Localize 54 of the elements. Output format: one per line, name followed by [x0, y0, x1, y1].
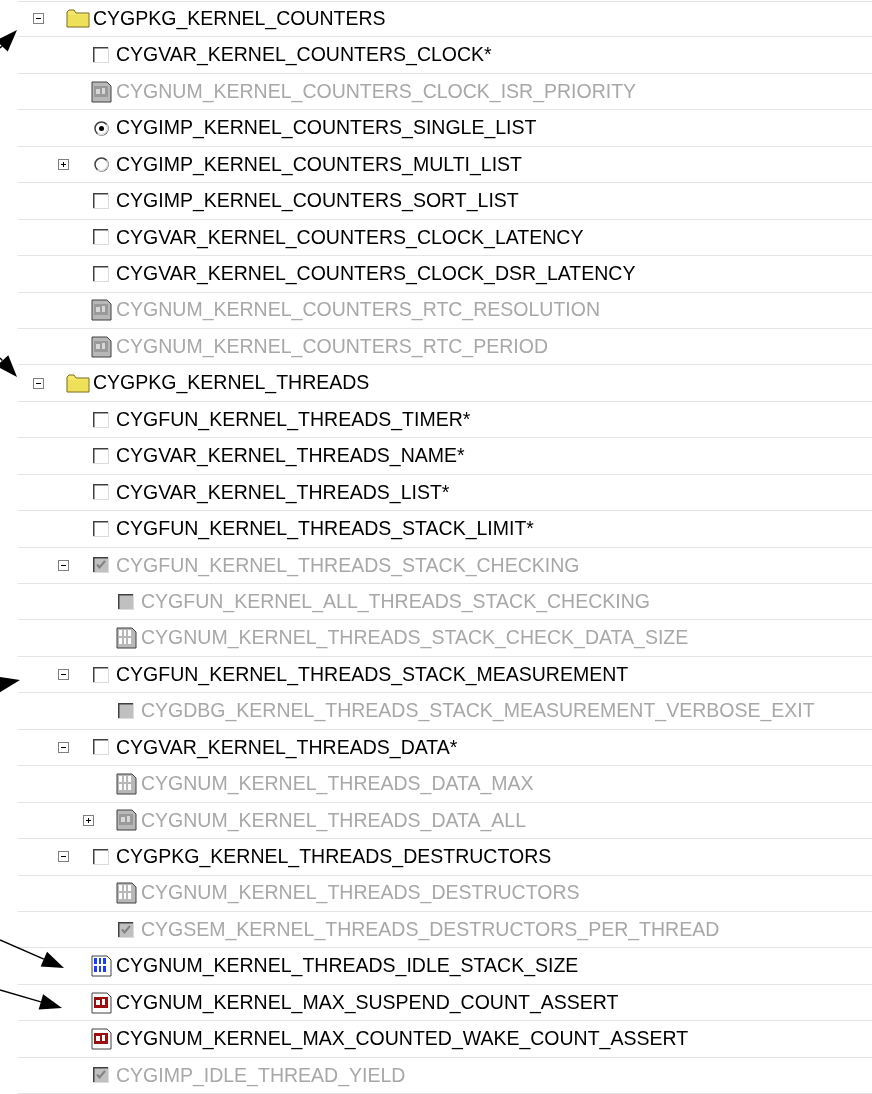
annotation-arrow: [0, 676, 20, 693]
collapse-toggle[interactable]: [57, 851, 69, 863]
checkbox[interactable]: [93, 265, 109, 282]
tree-item-label[interactable]: CYGVAR_KERNEL_COUNTERS_CLOCK_LATENCY: [116, 227, 584, 248]
tree-item-label[interactable]: CYGFUN_KERNEL_THREADS_STACK_MEASUREMENT: [116, 664, 629, 685]
expand-toggle[interactable]: [57, 158, 69, 170]
tree-item-label[interactable]: CYGFUN_KERNEL_THREADS_TIMER*: [116, 409, 471, 430]
collapse-toggle[interactable]: [57, 741, 69, 753]
tree-item-label[interactable]: CYGPKG_KERNEL_THREADS: [93, 373, 370, 393]
text-document-icon: [90, 80, 112, 103]
tree-item-label[interactable]: CYGIMP_KERNEL_COUNTERS_SINGLE_LIST: [116, 118, 537, 138]
folder-icon: [66, 373, 90, 393]
tree-item-label[interactable]: CYGNUM_KERNEL_MAX_COUNTED_WAKE_COUNT_ASSERT: [116, 1029, 689, 1049]
tree-item-label[interactable]: CYGFUN_KERNEL_THREADS_STACK_LIMIT*: [116, 519, 534, 539]
checkbox[interactable]: [93, 848, 109, 865]
checkbox[interactable]: [93, 192, 109, 209]
radio-button[interactable]: [93, 120, 109, 136]
binary-document-icon: [115, 882, 137, 905]
tree-item-label[interactable]: CYGNUM_KERNEL_MAX_SUSPEND_COUNT_ASSERT: [116, 992, 619, 1013]
collapse-toggle[interactable]: [32, 13, 44, 25]
tree-item-label[interactable]: CYGVAR_KERNEL_COUNTERS_CLOCK*: [116, 45, 492, 65]
annotation-arrow: [0, 989, 62, 1010]
folder-icon: [66, 9, 90, 29]
text-document-icon: [90, 1027, 112, 1050]
annotation-arrow: [0, 939, 64, 968]
binary-document-icon: [90, 955, 112, 978]
tree-item-label[interactable]: CYGVAR_KERNEL_COUNTERS_CLOCK_DSR_LATENCY: [116, 264, 636, 284]
checkbox[interactable]: [93, 47, 109, 64]
checkbox[interactable]: [93, 229, 109, 246]
tree-item-label[interactable]: CYGNUM_KERNEL_THREADS_IDLE_STACK_SIZE: [116, 956, 579, 976]
tree-item-label[interactable]: CYGPKG_KERNEL_THREADS_DESTRUCTORS: [116, 847, 552, 867]
checkbox[interactable]: [93, 484, 109, 501]
annotation-arrow: [0, 355, 17, 377]
tree-item-label[interactable]: CYGVAR_KERNEL_THREADS_DATA*: [116, 737, 458, 758]
collapse-toggle[interactable]: [32, 377, 44, 389]
checkbox[interactable]: [93, 447, 109, 464]
binary-document-icon: [115, 627, 137, 650]
text-document-icon: [90, 299, 112, 322]
checkbox[interactable]: [93, 666, 109, 683]
tree-item-label[interactable]: CYGIMP_KERNEL_COUNTERS_MULTI_LIST: [116, 154, 522, 175]
tree-item-label[interactable]: CYGVAR_KERNEL_THREADS_LIST*: [116, 482, 450, 503]
checkbox[interactable]: [93, 739, 109, 756]
collapse-toggle[interactable]: [57, 669, 69, 681]
text-document-icon: [115, 809, 137, 832]
tree-item-label[interactable]: CYGIMP_KERNEL_COUNTERS_SORT_LIST: [116, 191, 519, 211]
radio-button[interactable]: [93, 156, 109, 172]
checkbox[interactable]: [93, 520, 109, 537]
tree-item-label[interactable]: CYGVAR_KERNEL_THREADS_NAME*: [116, 446, 465, 466]
tree-item-label[interactable]: CYGPKG_KERNEL_COUNTERS: [93, 8, 386, 29]
text-document-icon: [90, 335, 112, 358]
annotation-arrow: [0, 30, 17, 52]
text-document-icon: [90, 991, 112, 1014]
binary-document-icon: [115, 772, 137, 795]
checkbox[interactable]: [93, 411, 109, 428]
